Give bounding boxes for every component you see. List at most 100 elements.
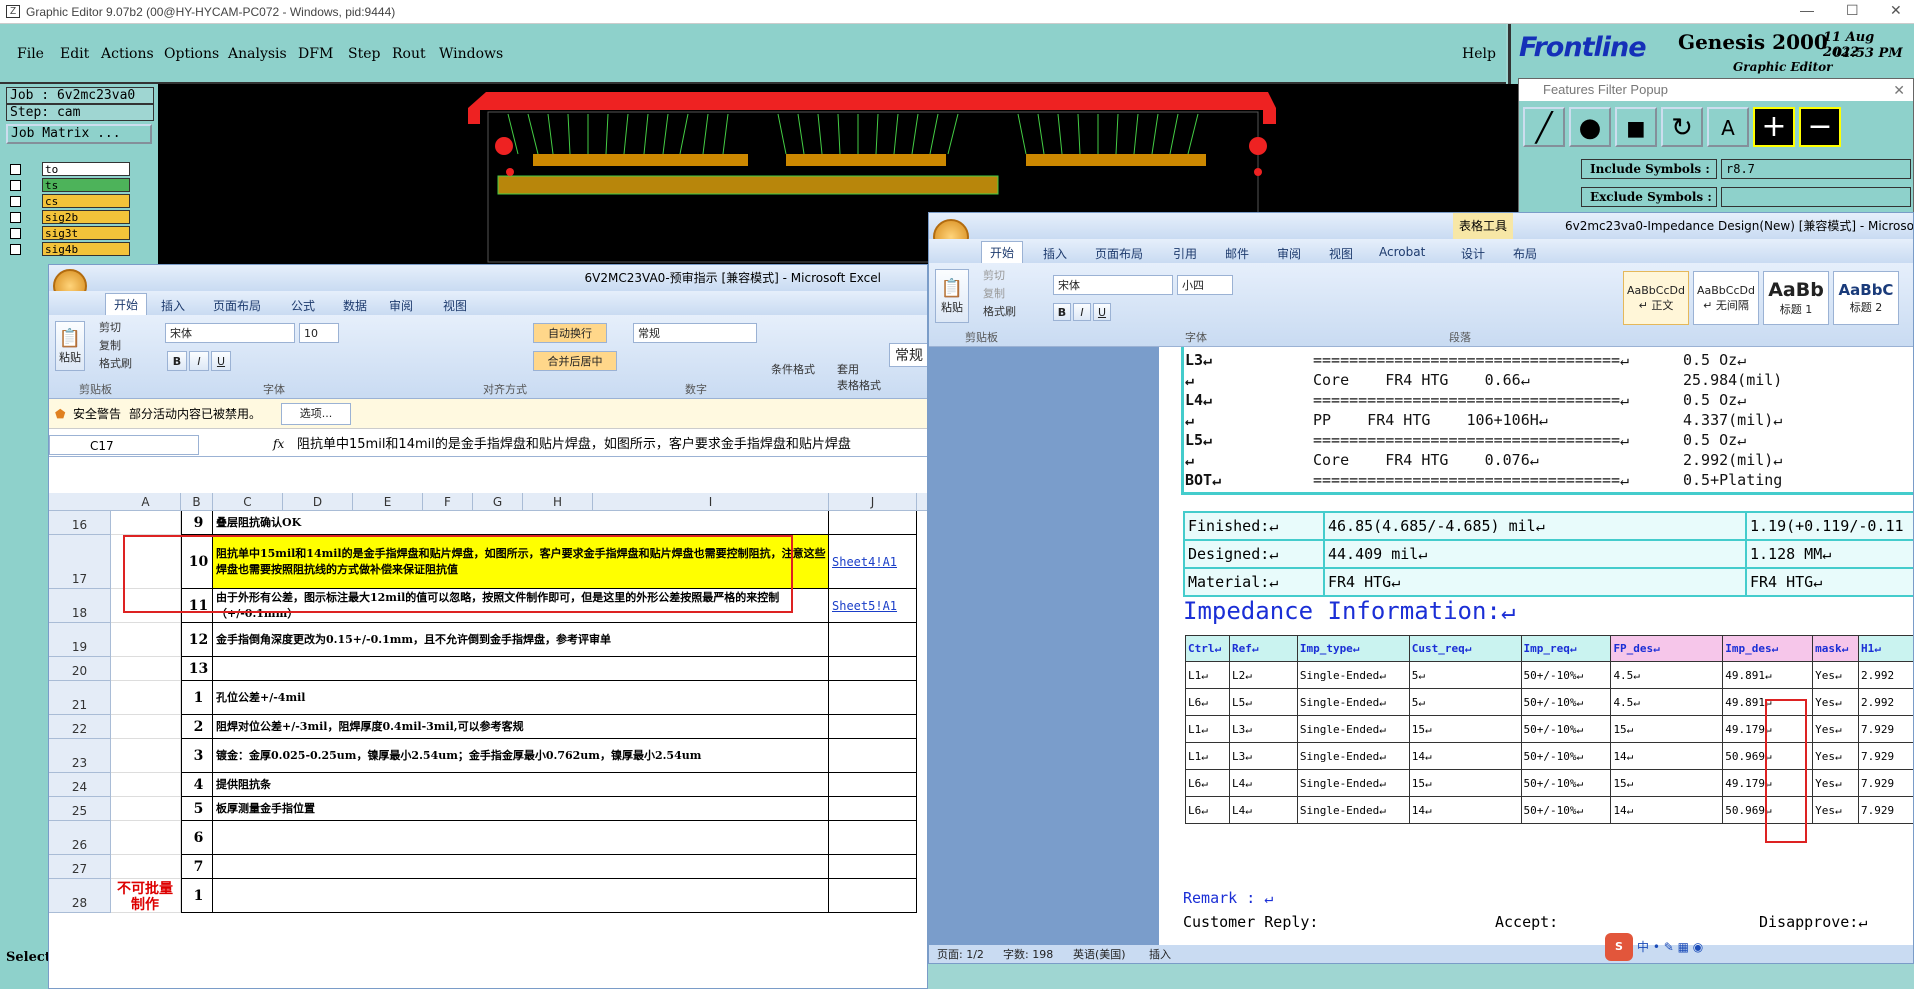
table-cell[interactable]: L5↵: [1228, 688, 1298, 716]
menu-edit[interactable]: Edit: [60, 46, 89, 62]
tab-view[interactable]: 视图: [443, 297, 467, 314]
row-header[interactable]: 27: [49, 855, 111, 879]
sheet-link[interactable]: [829, 879, 917, 913]
row-header[interactable]: 16: [49, 511, 111, 535]
table-cell[interactable]: FR4 HTG↵: [1323, 567, 1747, 597]
row-header[interactable]: 19: [49, 623, 111, 657]
font-size-select[interactable]: 小四: [1177, 275, 1233, 295]
table-cell[interactable]: Yes↵: [1812, 715, 1860, 743]
italic-button[interactable]: I: [1073, 303, 1091, 321]
table-cell[interactable]: 50+/-10%↵: [1520, 796, 1612, 824]
content-cell[interactable]: 孔位公差+/-4mil: [213, 681, 829, 715]
table-cell[interactable]: L3↵: [1228, 715, 1298, 743]
tab-data[interactable]: 数据: [343, 297, 367, 314]
table-cell[interactable]: 49.891↵: [1722, 661, 1814, 689]
layer-checkbox[interactable]: [10, 196, 21, 207]
column-header[interactable]: Cust_req↵: [1408, 635, 1522, 662]
table-cell[interactable]: 14↵: [1610, 796, 1724, 824]
table-cell[interactable]: L3↵: [1228, 742, 1298, 770]
item-number-cell[interactable]: 1: [181, 879, 213, 913]
cell-style-normal[interactable]: 常规: [889, 343, 927, 367]
arc-tool-icon[interactable]: ↻: [1661, 107, 1703, 147]
name-box[interactable]: C17: [49, 435, 199, 455]
column-header[interactable]: H1↵: [1858, 635, 1913, 662]
table-cell[interactable]: 14↵: [1408, 742, 1522, 770]
paste-button[interactable]: 📋 粘贴: [935, 269, 969, 323]
table-cell[interactable]: Single-Ended↵: [1296, 715, 1410, 743]
tab-insert[interactable]: 插入: [1043, 245, 1067, 262]
a-column-cell[interactable]: [111, 623, 181, 657]
font-name-select[interactable]: 宋体: [165, 323, 295, 343]
security-options-button[interactable]: 选项...: [281, 403, 351, 425]
content-cell[interactable]: 板厚测量金手指位置: [213, 797, 829, 821]
column-header[interactable]: I: [593, 493, 829, 511]
ime-toolbar-icons[interactable]: 中 • ✎ ▦ ◉: [1637, 937, 1703, 957]
underline-button[interactable]: U: [211, 351, 231, 371]
copy-button[interactable]: 复制: [99, 337, 121, 353]
tab-formulas[interactable]: 公式: [291, 297, 315, 314]
column-header[interactable]: mask↵: [1812, 635, 1860, 662]
content-cell[interactable]: 叠层阻抗确认OK: [213, 511, 829, 535]
tab-design[interactable]: 设计: [1461, 245, 1485, 262]
row-header[interactable]: 23: [49, 739, 111, 773]
table-cell[interactable]: Yes↵: [1812, 742, 1860, 770]
sheet-link[interactable]: Sheet4!A1: [829, 535, 917, 589]
close-icon[interactable]: ✕: [1893, 79, 1905, 101]
layer-checkbox[interactable]: [10, 212, 21, 223]
sheet-link[interactable]: [829, 773, 917, 797]
layer-row-sig3t[interactable]: sig3t: [6, 226, 130, 241]
a-column-cell[interactable]: [111, 821, 181, 855]
table-cell[interactable]: 14↵: [1408, 796, 1522, 824]
italic-button[interactable]: I: [189, 351, 209, 371]
table-cell[interactable]: 7.929: [1858, 715, 1913, 743]
style-heading-2[interactable]: AaBbC 标题 2: [1833, 271, 1899, 325]
a-column-cell[interactable]: [111, 681, 181, 715]
table-cell[interactable]: 14↵: [1610, 742, 1724, 770]
table-cell[interactable]: L6↵: [1185, 688, 1230, 716]
column-header[interactable]: A: [111, 493, 181, 511]
column-header[interactable]: D: [283, 493, 353, 511]
table-cell[interactable]: 50+/-10%↵: [1520, 688, 1612, 716]
table-cell[interactable]: 15↵: [1610, 715, 1724, 743]
conditional-format-button[interactable]: 条件格式: [771, 361, 815, 377]
menu-help[interactable]: Help: [1462, 46, 1496, 62]
close-icon[interactable]: ✕: [1890, 2, 1902, 19]
layer-name[interactable]: sig4b: [42, 242, 130, 256]
menu-dfm[interactable]: DFM: [298, 46, 333, 62]
row-header[interactable]: 20: [49, 657, 111, 681]
item-number-cell[interactable]: 7: [181, 855, 213, 879]
layer-checkbox[interactable]: [10, 180, 21, 191]
tab-mailings[interactable]: 邮件: [1225, 245, 1249, 262]
sheet-link[interactable]: [829, 797, 917, 821]
table-cell[interactable]: 15↵: [1408, 715, 1522, 743]
number-format-select[interactable]: 常规: [633, 323, 757, 343]
row-header[interactable]: 21: [49, 681, 111, 715]
table-cell[interactable]: 5↵: [1408, 688, 1522, 716]
table-cell[interactable]: 50+/-10%↵: [1520, 742, 1612, 770]
sheet-link[interactable]: [829, 657, 917, 681]
column-header[interactable]: Ctrl↵: [1185, 635, 1230, 662]
tab-acrobat[interactable]: Acrobat: [1379, 245, 1425, 259]
table-cell[interactable]: L1↵: [1185, 742, 1230, 770]
table-cell[interactable]: L4↵: [1228, 796, 1298, 824]
content-cell[interactable]: [213, 657, 829, 681]
table-cell[interactable]: L1↵: [1185, 715, 1230, 743]
table-cell[interactable]: 15↵: [1610, 769, 1724, 797]
fx-icon[interactable]: fx: [273, 437, 284, 451]
a-column-cell[interactable]: [111, 773, 181, 797]
pad-tool-icon[interactable]: ●: [1569, 107, 1611, 147]
table-cell[interactable]: 15↵: [1408, 769, 1522, 797]
menu-actions[interactable]: Actions: [101, 46, 154, 62]
table-cell[interactable]: 2.992: [1858, 661, 1913, 689]
table-cell[interactable]: Single-Ended↵: [1296, 742, 1410, 770]
sheet-link[interactable]: [829, 855, 917, 879]
wrap-text-button[interactable]: 自动换行: [533, 323, 607, 343]
item-number-cell[interactable]: 9: [181, 511, 213, 535]
a-column-cell[interactable]: [111, 715, 181, 739]
content-cell[interactable]: 提供阻抗条: [213, 773, 829, 797]
content-cell[interactable]: 镀金：金厚0.025-0.25um，镍厚最小2.54um；金手指金厚最小0.76…: [213, 739, 829, 773]
column-header[interactable]: FP_des↵: [1610, 635, 1724, 662]
item-number-cell[interactable]: 6: [181, 821, 213, 855]
row-header[interactable]: 18: [49, 589, 111, 623]
table-cell[interactable]: 7.929: [1858, 742, 1913, 770]
